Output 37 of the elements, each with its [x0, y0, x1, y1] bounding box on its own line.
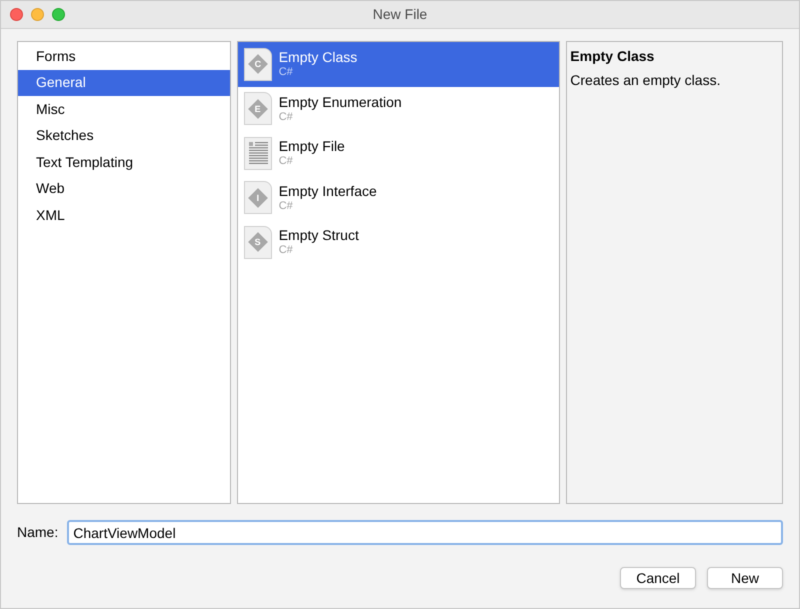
category-item[interactable]: XML [18, 202, 230, 228]
template-language: C# [278, 110, 294, 124]
template-name: Empty File [278, 138, 345, 156]
template-language: C# [278, 244, 294, 258]
template-language: C# [278, 200, 294, 213]
window-title: New File [372, 5, 428, 24]
category-item[interactable]: Text Templating [18, 149, 230, 176]
close-icon[interactable] [10, 8, 23, 21]
template-name: Empty Interface [278, 182, 377, 200]
template-name: Empty Enumeration [278, 94, 402, 111]
template-item[interactable]: S Empty Struct C# [238, 220, 560, 264]
category-item[interactable]: Web [18, 176, 230, 202]
template-language: C# [278, 66, 294, 80]
name-label: Name: [17, 523, 58, 542]
dialog-button[interactable]: Cancel [620, 567, 696, 589]
template-language: C# [278, 155, 294, 168]
template-item[interactable]: E Empty Enumeration C# [238, 86, 560, 131]
dialog-button[interactable]: New [707, 567, 783, 589]
template-name: Empty Class [278, 49, 358, 66]
template-item[interactable]: C Empty Class C# [238, 42, 560, 86]
category-item[interactable]: Forms [18, 43, 230, 70]
zoom-icon[interactable] [52, 8, 65, 21]
description-text: Creates an empty class. [570, 71, 722, 90]
category-item[interactable]: Sketches [18, 122, 230, 149]
name-field[interactable]: ChartViewModel [67, 520, 783, 545]
file-icon: E [244, 92, 272, 126]
minimize-icon[interactable] [31, 8, 44, 21]
file-icon: I [244, 181, 272, 214]
description-title: Empty Class [570, 47, 656, 66]
template-item[interactable]: Empty File C# [238, 131, 560, 176]
category-item[interactable]: General [18, 70, 230, 96]
category-item[interactable]: Misc [18, 96, 230, 122]
document-icon [244, 136, 272, 170]
file-icon: C [244, 48, 272, 81]
template-name: Empty Struct [278, 227, 359, 244]
template-item[interactable]: I Empty Interface C# [238, 176, 560, 220]
file-icon: S [244, 226, 272, 259]
